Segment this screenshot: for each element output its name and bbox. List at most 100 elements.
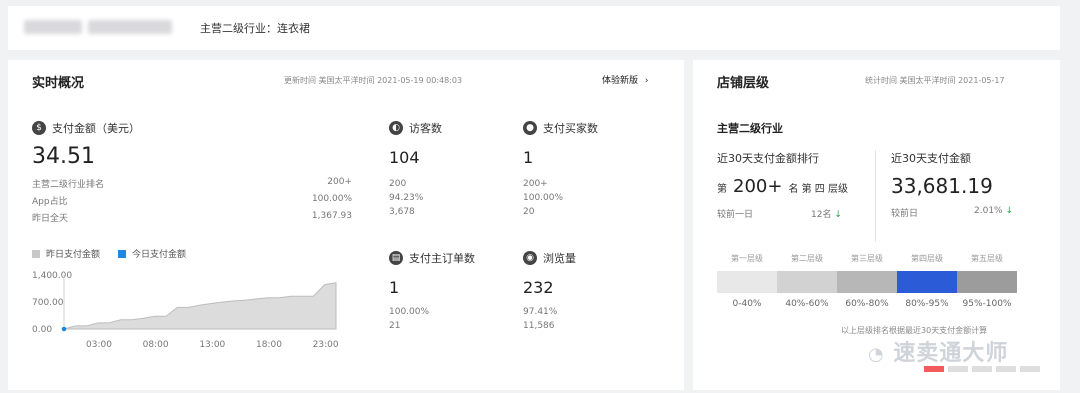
legend-yesterday[interactable]: 昨日支付金额 [32,247,100,260]
eye-icon: ◉ [523,251,537,265]
views-card: ◉ 浏览量 232 97.41% 11,586 [523,250,653,331]
views-value: 232 [523,278,554,297]
series-yesterday-area [63,282,337,330]
update-time: 更新时间 美国太平洋时间 2021-05-19 00:48:03 [284,76,463,85]
x-tick-label: 18:00 [256,340,282,350]
shop-level-subtitle: 主营二级行业 [717,122,783,135]
pay-row-label: 昨日全天 [32,214,69,224]
tier-label: 第四层级 [911,254,943,263]
views-row: 97.41% [523,307,558,317]
rank-suffix: 名 第 四 层级 [788,184,848,195]
pager-dot[interactable] [948,366,968,372]
amount-block: 近30天支付金额 33,681.19 较前日 2.01% ↓ [891,150,1013,219]
tier-labels: 第一层级 第二层级 第三层级 第四层级 第五层级 [717,253,1019,264]
legend-yesterday-label: 昨日支付金额 [46,250,101,260]
wechat-icon: ◔ [868,344,885,365]
buyers-row: 20 [523,207,535,217]
series-today-point [61,326,67,332]
x-tick-label: 13:00 [199,340,225,350]
visitors-row: 94.23% [389,193,424,203]
stat-time: 统计时间 美国太平洋时间 2021-05-17 [865,76,1005,85]
visitors-row: 3,678 [389,207,415,217]
views-label: 浏览量 [543,252,576,265]
legend-today[interactable]: 今日支付金额 [118,247,186,260]
tier-range: 80%-95% [905,299,949,309]
rank-line: 第 200+ 名 第 四 层级 [717,176,848,197]
tier-bar-4 [897,271,957,293]
orders-title: ▤ 支付主订单数 [389,250,509,266]
arrow-down-icon: ↓ [1005,206,1014,216]
tier-bar-2 [777,271,837,293]
rank-compare-label: 较前一日 [717,210,754,220]
rank-compare-number: 12名 [811,210,832,220]
divider [875,150,876,242]
x-tick-label: 23:00 [313,340,339,350]
visitors-card: ◐ 访客数 104 200 94.23% 3,678 [389,120,499,217]
orders-label: 支付主订单数 [409,252,475,265]
y-tick-label: 1,400.00 [32,271,72,281]
amount-compare-number: 2.01% [974,206,1003,216]
visitors-label: 访客数 [409,122,442,135]
arrow-down-icon: ↓ [834,210,842,220]
pay-amount-value: 34.51 [32,144,95,169]
watermark-text: 速卖通大师 [893,341,1009,366]
y-tick-label: 700.00 [32,298,64,308]
pay-row-value: 200+ [327,177,352,187]
visitors-value: 104 [389,148,420,167]
pay-amount-card: $ 支付金额（美元） 34.51 主营二级行业排名 200+ App占比 100… [32,120,352,224]
globe-icon: ◐ [389,121,403,135]
buyers-card: ● 支付买家数 1 200+ 100.00% 20 [523,120,653,217]
pay-amount-title: $ 支付金额（美元） [32,120,352,136]
orders-card: ▤ 支付主订单数 1 100.00% 21 [389,250,509,331]
orders-row: 21 [389,321,401,331]
views-title: ◉ 浏览量 [523,250,653,266]
blurred-shop-id [88,20,172,34]
pager-dot[interactable] [972,366,992,372]
amount-compare-value: 2.01% ↓ [974,206,1013,219]
amount-compare-label: 较前日 [891,209,919,219]
tier-label: 第二层级 [791,254,823,263]
pager-dot[interactable] [996,366,1016,372]
legend-today-swatch [118,249,127,258]
pay-trend-chart: 昨日支付金额 今日支付金额 1,400.00 700.00 0.00 03:00 08:… [32,247,372,357]
watermark: ◔ 速卖通大师 [868,335,1008,367]
tier-label: 第五层级 [971,254,1003,263]
pay-row-value: 100.00% [311,194,352,204]
blurred-shop-name [24,20,82,34]
realtime-title: 实时概况 [32,76,85,91]
shop-level-title: 店铺层级 [717,76,770,91]
top-info-bar: 主营二级行业：连衣裙 [8,6,1060,50]
buyers-label: 支付买家数 [543,122,598,135]
try-new-version-link[interactable]: 体验新版 › [602,73,649,86]
visitors-title: ◐ 访客数 [389,120,499,136]
rank-compare: 较前一日 12名 ↓ [717,207,848,220]
orders-row: 100.00% [389,307,430,317]
tier-bar-3 [837,271,897,293]
tier-range: 40%-60% [785,299,829,309]
realtime-panel: 实时概况 更新时间 美国太平洋时间 2021-05-19 00:48:03 体验… [8,60,684,390]
chart-legend: 昨日支付金额 今日支付金额 [32,247,372,260]
amount-compare: 较前日 2.01% ↓ [891,206,1013,219]
pay-row-label: App占比 [32,197,68,207]
tier-label: 第三层级 [851,254,883,263]
x-tick-label: 08:00 [143,340,169,350]
rank-title: 近30天支付金额排行 [717,152,819,165]
tier-bars [717,271,1019,293]
amount-title: 近30天支付金额 [891,152,971,165]
tier-bar-1 [717,271,777,293]
tier-range: 95%-100% [962,299,1012,309]
pay-row-label: 主营二级行业排名 [32,180,105,190]
pager-dot[interactable] [1020,366,1040,372]
y-tick-label: 0.00 [32,325,52,335]
buyers-row: 200+ [523,179,548,189]
views-row: 11,586 [523,321,555,331]
pager-dot-active[interactable] [924,366,944,372]
chart-svg: 1,400.00 700.00 0.00 03:00 08:00 13:00 18:00 23… [32,271,339,350]
buyers-row: 100.00% [523,193,564,203]
industry-text: 主营二级行业：连衣裙 [200,22,310,35]
user-icon: ● [523,121,537,135]
tier-label: 第一层级 [731,254,763,263]
try-new-version-label: 体验新版 [602,76,639,86]
rank-block: 近30天支付金额排行 第 200+ 名 第 四 层级 较前一日 12名 ↓ [717,150,848,220]
chevron-right-icon: › [644,76,649,86]
